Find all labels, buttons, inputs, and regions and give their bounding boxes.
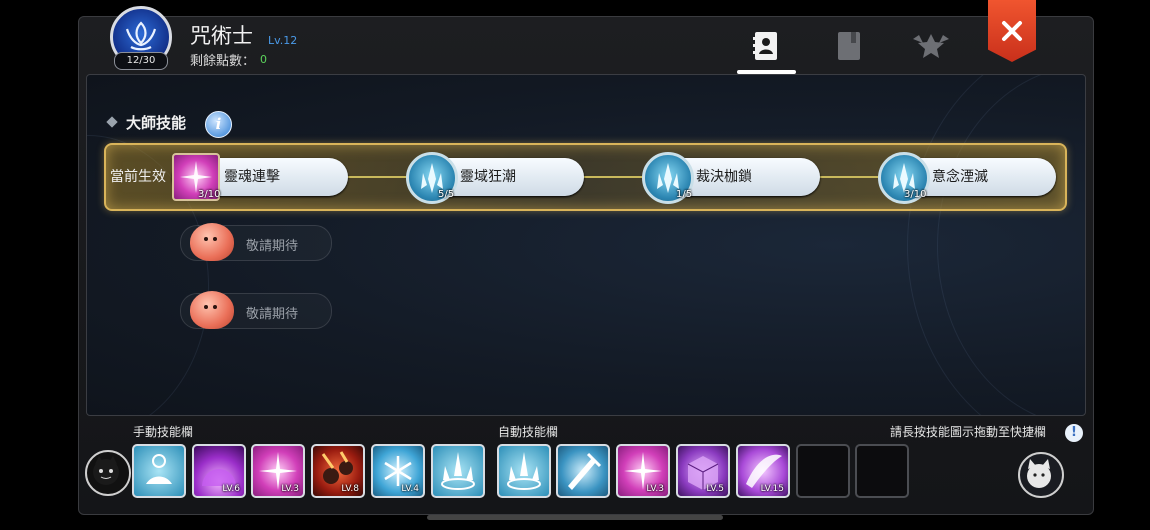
tab-book[interactable]: [829, 28, 869, 64]
active-label: 當前生效: [110, 169, 166, 185]
class-level: Lv.12: [268, 34, 298, 47]
manual-slot-2[interactable]: LV.6: [192, 444, 246, 498]
tab-skill-book[interactable]: [746, 28, 786, 64]
poring-icon: [190, 291, 234, 329]
auto-slot-3[interactable]: LV.3: [616, 444, 670, 498]
class-name: 咒術士: [190, 24, 253, 48]
points-label: 剩餘點數：: [190, 54, 256, 69]
meditation-icon: [146, 454, 172, 484]
hint-info-icon[interactable]: !: [1065, 424, 1083, 442]
master-skill-title: 大師技能: [126, 114, 187, 132]
ice-field-icon: [441, 452, 475, 490]
auto-slot-4[interactable]: LV.5: [676, 444, 730, 498]
slot-level: LV.4: [401, 484, 419, 494]
close-icon: [1002, 21, 1022, 41]
character-avatar-icon[interactable]: [85, 450, 131, 496]
manual-slot-5[interactable]: LV.4: [371, 444, 425, 498]
auto-slot-6-empty[interactable]: [796, 444, 850, 498]
poring-icon: [190, 223, 234, 261]
locked-label: 敬請期待: [246, 239, 299, 254]
locked-label: 敬請期待: [246, 307, 299, 322]
auto-slot-5[interactable]: LV.15: [736, 444, 790, 498]
skill-name: 靈域狂潮: [460, 169, 516, 185]
skill-level: 1/5: [676, 189, 693, 200]
skill-name: 意念湮滅: [932, 169, 988, 185]
skill-level: 3/10: [198, 189, 221, 200]
auto-bar-label: 自動技能欄: [498, 425, 559, 439]
skill-name: 裁決枷鎖: [696, 169, 752, 185]
manual-slot-6[interactable]: [431, 444, 485, 498]
auto-slot-1[interactable]: [497, 444, 551, 498]
points-value: 0: [260, 53, 267, 66]
star-badge-icon: [913, 34, 949, 58]
manual-slot-1[interactable]: [132, 444, 186, 498]
ice-field-icon: [507, 452, 541, 490]
book-icon: [838, 32, 860, 60]
home-indicator[interactable]: [427, 515, 723, 520]
slot-level: LV.15: [760, 484, 784, 494]
manual-bar-label: 手動技能欄: [133, 425, 194, 439]
auto-slot-7-empty[interactable]: [855, 444, 909, 498]
close-button[interactable]: [988, 0, 1036, 62]
auto-slot-2[interactable]: [556, 444, 610, 498]
slot-level: LV.3: [646, 484, 664, 494]
drag-hint: 請長按技能圖示拖動至快捷欄: [890, 425, 1047, 439]
skill-name: 靈魂連擊: [224, 169, 280, 185]
skill-level: 5/5: [438, 189, 455, 200]
pet-avatar-icon[interactable]: [1018, 452, 1064, 498]
slot-level: LV.8: [341, 484, 359, 494]
info-icon[interactable]: i: [205, 111, 232, 138]
connector: [345, 176, 415, 178]
slot-level: LV.5: [706, 484, 724, 494]
skill-book-icon: [753, 32, 777, 60]
skill-level: 3/10: [904, 189, 927, 200]
emblem-progress: 12/30: [114, 52, 168, 70]
manual-slot-4[interactable]: LV.8: [311, 444, 365, 498]
manual-slot-3[interactable]: LV.3: [251, 444, 305, 498]
slot-level: LV.6: [222, 484, 240, 494]
slot-level: LV.3: [281, 484, 299, 494]
sword-strike-icon: [568, 452, 602, 490]
tab-rank[interactable]: [911, 28, 951, 64]
